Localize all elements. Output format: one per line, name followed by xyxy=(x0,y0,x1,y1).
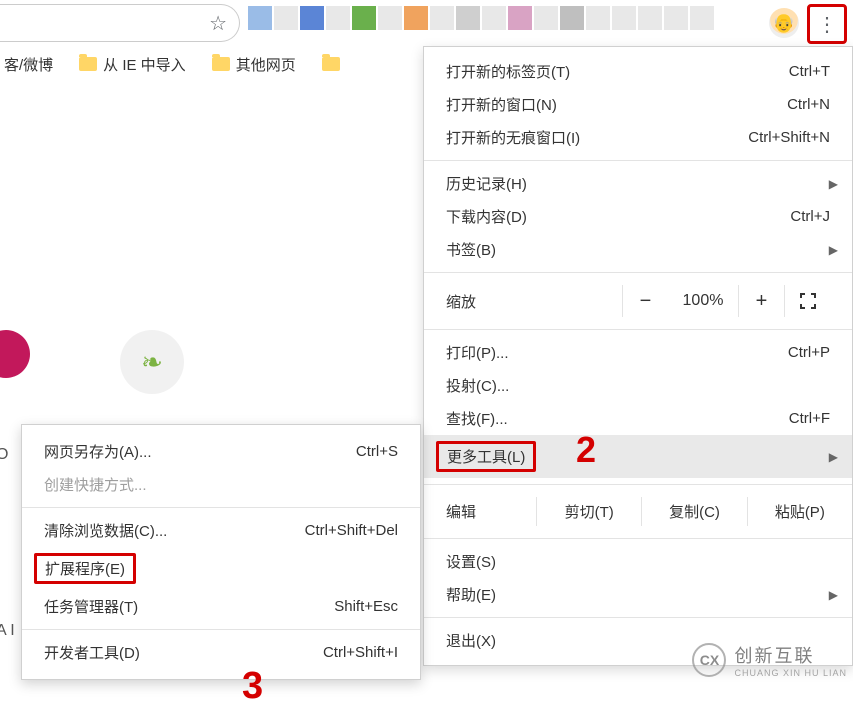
menu-edit-row: 编辑 剪切(T) 复制(C) 粘贴(P) xyxy=(424,491,852,532)
menu-separator xyxy=(424,160,852,161)
menu-separator xyxy=(424,272,852,273)
submenu-clear-data[interactable]: 清除浏览数据(C)... Ctrl+Shift+Del xyxy=(22,514,420,547)
watermark-text: 创新互联 xyxy=(734,646,814,666)
menu-label: 网页另存为(A)... xyxy=(44,441,356,462)
menu-label: 设置(S) xyxy=(446,551,830,572)
menu-label: 投射(C)... xyxy=(446,375,830,396)
menu-separator xyxy=(424,538,852,539)
menu-label: 开发者工具(D) xyxy=(44,642,323,663)
menu-print[interactable]: 打印(P)... Ctrl+P xyxy=(424,336,852,369)
zoom-in-button[interactable]: + xyxy=(738,285,784,317)
chrome-main-menu: 打开新的标签页(T) Ctrl+T 打开新的窗口(N) Ctrl+N 打开新的无… xyxy=(423,46,853,666)
bookmark-item[interactable] xyxy=(322,57,340,71)
menu-history[interactable]: 历史记录(H) ▶ xyxy=(424,167,852,200)
menu-accelerator: Ctrl+N xyxy=(787,96,830,113)
profile-avatar[interactable]: 👴 xyxy=(769,8,799,38)
submenu-extensions[interactable]: 扩展程序(E) 3 xyxy=(22,547,420,590)
menu-help[interactable]: 帮助(E) ▶ xyxy=(424,578,852,611)
submenu-task-manager[interactable]: 任务管理器(T) Shift+Esc xyxy=(22,590,420,623)
zoom-out-button[interactable]: − xyxy=(622,285,668,317)
submenu-arrow-icon: ▶ xyxy=(829,450,838,464)
more-tools-submenu: 网页另存为(A)... Ctrl+S 创建快捷方式... 清除浏览数据(C)..… xyxy=(21,424,421,680)
bookmark-item[interactable]: 其他网页 xyxy=(212,54,296,75)
menu-more-tools[interactable]: 更多工具(L) ▶ 2 xyxy=(424,435,852,478)
menu-accelerator: Shift+Esc xyxy=(334,598,398,615)
bookmark-item[interactable]: 从 IE 中导入 xyxy=(79,54,186,75)
menu-separator xyxy=(424,329,852,330)
zoom-value: 100% xyxy=(668,292,738,310)
menu-label: 打印(P)... xyxy=(446,342,788,363)
menu-accelerator: Ctrl+Shift+I xyxy=(323,644,398,661)
menu-label: 打开新的标签页(T) xyxy=(446,61,789,82)
omnibox-right[interactable]: ☆ xyxy=(0,4,240,42)
edit-cut[interactable]: 剪切(T) xyxy=(536,497,641,526)
menu-zoom: 缩放 − 100% + xyxy=(424,279,852,323)
menu-bookmarks[interactable]: 书签(B) ▶ xyxy=(424,233,852,266)
menu-separator xyxy=(22,507,420,508)
menu-label: 清除浏览数据(C)... xyxy=(44,520,305,541)
menu-label: 创建快捷方式... xyxy=(44,474,398,495)
annotation-3: 3 xyxy=(242,665,263,708)
submenu-arrow-icon: ▶ xyxy=(829,243,838,257)
background-app-icon: ❧ xyxy=(120,330,184,394)
menu-separator xyxy=(424,617,852,618)
watermark-logo-icon: CX xyxy=(692,643,726,677)
folder-icon xyxy=(79,57,97,71)
menu-label: 打开新的窗口(N) xyxy=(446,94,787,115)
menu-label: 帮助(E) xyxy=(446,584,830,605)
folder-icon xyxy=(322,57,340,71)
menu-new-window[interactable]: 打开新的窗口(N) Ctrl+N xyxy=(424,88,852,121)
menu-accelerator: Ctrl+J xyxy=(790,208,830,225)
watermark-subtext: CHUANG XIN HU LIAN xyxy=(734,668,847,678)
extension-icons-blurred xyxy=(248,6,714,30)
submenu-arrow-icon: ▶ xyxy=(829,177,838,191)
bookmark-label: 从 IE 中导入 xyxy=(103,54,186,75)
zoom-label: 缩放 xyxy=(446,291,546,312)
menu-label: 历史记录(H) xyxy=(446,173,830,194)
bookmark-label: 客/微博 xyxy=(4,54,53,75)
chrome-menu-button[interactable]: ⋮ xyxy=(807,4,847,44)
menu-new-incognito[interactable]: 打开新的无痕窗口(I) Ctrl+Shift+N xyxy=(424,121,852,154)
menu-accelerator: Ctrl+Shift+N xyxy=(748,129,830,146)
menu-find[interactable]: 查找(F)... Ctrl+F xyxy=(424,402,852,435)
menu-label: 打开新的无痕窗口(I) xyxy=(446,127,748,148)
edit-copy[interactable]: 复制(C) xyxy=(641,497,746,526)
background-app-icon xyxy=(0,330,30,378)
menu-accelerator: Ctrl+Shift+Del xyxy=(305,522,398,539)
menu-downloads[interactable]: 下载内容(D) Ctrl+J xyxy=(424,200,852,233)
menu-label: 下载内容(D) xyxy=(446,206,790,227)
edit-label: 编辑 xyxy=(446,501,536,522)
folder-icon xyxy=(212,57,230,71)
menu-settings[interactable]: 设置(S) xyxy=(424,545,852,578)
submenu-dev-tools[interactable]: 开发者工具(D) Ctrl+Shift+I xyxy=(22,636,420,669)
menu-label: 扩展程序(E) xyxy=(44,553,398,584)
background-text: O xyxy=(0,446,8,464)
fullscreen-button[interactable] xyxy=(784,285,830,317)
menu-label: 更多工具(L) xyxy=(446,441,830,472)
fullscreen-icon xyxy=(799,292,817,310)
toolbar: ☆ 👴 ⋮ xyxy=(0,0,853,46)
edit-paste[interactable]: 粘贴(P) xyxy=(747,497,852,526)
background-text: A I xyxy=(0,622,15,640)
menu-new-tab[interactable]: 打开新的标签页(T) Ctrl+T xyxy=(424,55,852,88)
menu-accelerator: Ctrl+F xyxy=(789,410,830,427)
submenu-create-shortcut: 创建快捷方式... xyxy=(22,468,420,501)
submenu-arrow-icon: ▶ xyxy=(829,588,838,602)
menu-cast[interactable]: 投射(C)... xyxy=(424,369,852,402)
bookmark-star-icon[interactable]: ☆ xyxy=(209,11,227,36)
watermark: CX 创新互联 CHUANG XIN HU LIAN xyxy=(692,642,847,678)
menu-accelerator: Ctrl+T xyxy=(789,63,830,80)
menu-accelerator: Ctrl+P xyxy=(788,344,830,361)
menu-separator xyxy=(424,484,852,485)
menu-accelerator: Ctrl+S xyxy=(356,443,398,460)
leaf-icon: ❧ xyxy=(141,347,163,378)
submenu-save-page[interactable]: 网页另存为(A)... Ctrl+S xyxy=(22,435,420,468)
menu-label: 查找(F)... xyxy=(446,408,789,429)
bookmark-label: 其他网页 xyxy=(236,54,296,75)
menu-label: 书签(B) xyxy=(446,239,830,260)
menu-label: 任务管理器(T) xyxy=(44,596,334,617)
bookmark-item[interactable]: 客/微博 xyxy=(4,54,53,75)
menu-separator xyxy=(22,629,420,630)
vertical-dots-icon: ⋮ xyxy=(817,12,837,37)
